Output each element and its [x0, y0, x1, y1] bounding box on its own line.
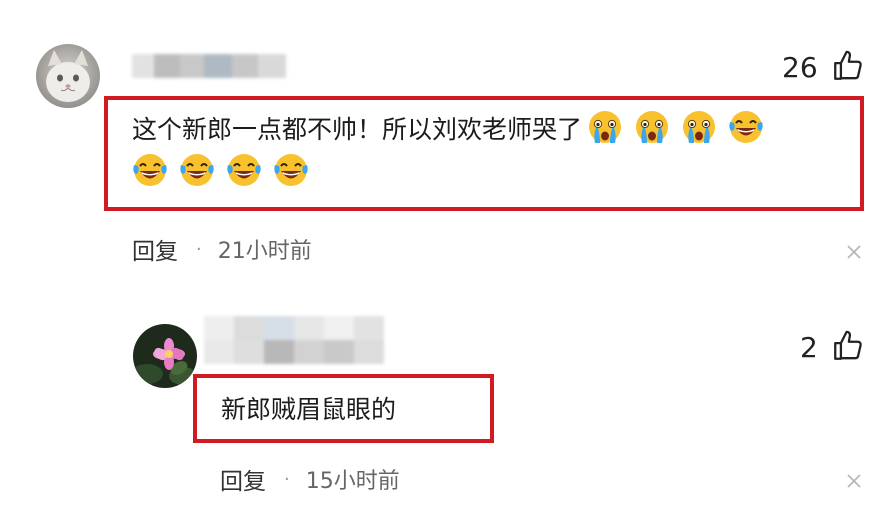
close-icon[interactable] — [844, 242, 864, 262]
comment-time: 15小时前 — [305, 469, 400, 494]
laugh-cry-face-emoji — [729, 111, 764, 143]
highlighted-comment-box: 这个新郎一点都不帅！所以刘欢老师哭了 — [104, 96, 864, 211]
avatar-cat[interactable] — [36, 44, 100, 108]
reply-button[interactable]: 回复 — [220, 462, 266, 496]
separator-dot: · — [196, 238, 202, 260]
reply-button[interactable]: 回复 — [132, 232, 178, 266]
laugh-cry-face-emoji — [133, 154, 167, 186]
laugh-cry-face-emoji — [274, 154, 308, 186]
comment-text: 这个新郎一点都不帅！所以刘欢老师哭了 — [132, 115, 583, 144]
thumbs-up-icon[interactable] — [830, 48, 866, 84]
separator-dot: · — [284, 468, 290, 490]
comment-meta: 回复 · 15小时前 — [220, 462, 400, 496]
crying-face-emoji — [683, 111, 716, 143]
comment-text: 新郎贼眉鼠眼的 — [221, 395, 397, 424]
comment-time: 21小时前 — [217, 239, 312, 264]
like-count: 26 — [782, 51, 818, 84]
thumbs-up-icon[interactable] — [830, 328, 866, 364]
crying-face-emoji — [636, 111, 669, 143]
close-icon[interactable] — [844, 471, 864, 491]
laugh-cry-face-emoji — [180, 154, 214, 186]
laugh-cry-face-emoji — [227, 154, 261, 186]
avatar-flower[interactable] — [133, 324, 197, 388]
highlighted-comment-box: 新郎贼眉鼠眼的 — [193, 374, 494, 443]
username-blurred[interactable] — [204, 316, 384, 364]
comment-meta: 回复 · 21小时前 — [132, 232, 312, 266]
crying-face-emoji — [589, 111, 622, 143]
username-blurred[interactable] — [132, 54, 286, 78]
like-count: 2 — [800, 331, 818, 364]
